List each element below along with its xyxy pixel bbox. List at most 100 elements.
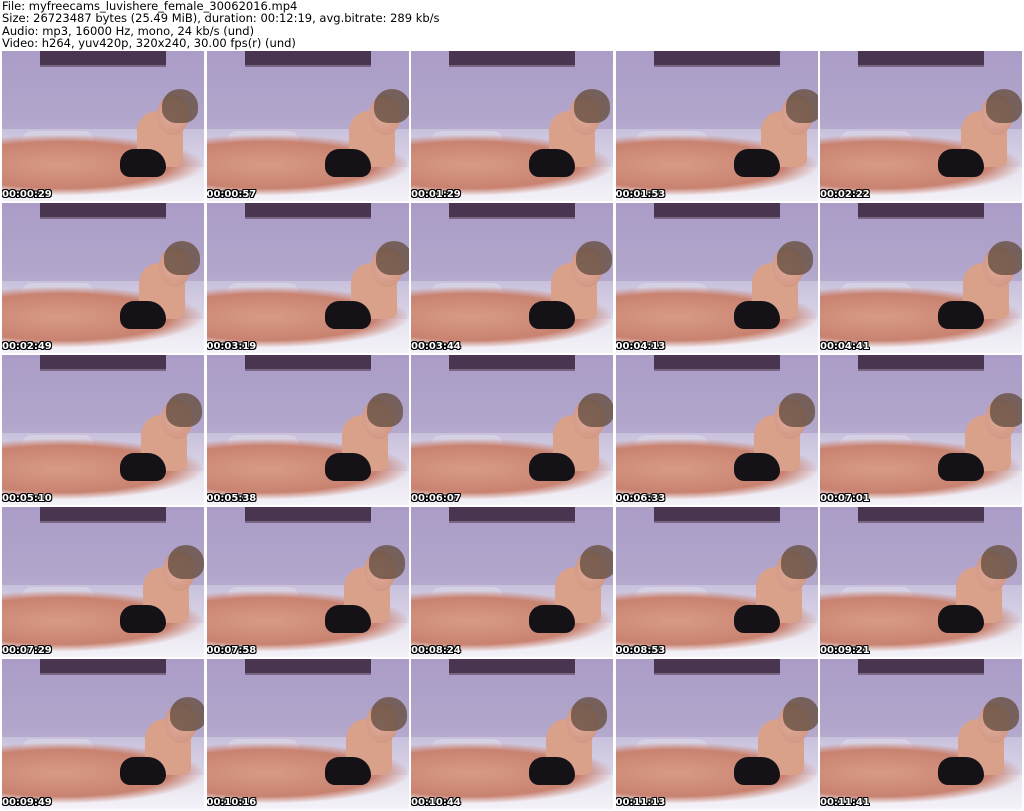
video-thumbnail: 00:00:57 <box>206 51 409 201</box>
video-thumbnail: 00:06:07 <box>411 355 613 505</box>
wall-frame <box>449 203 575 219</box>
video-thumbnail: 00:01:29 <box>411 51 613 201</box>
wall-frame <box>653 355 780 371</box>
wall-frame <box>858 659 984 675</box>
figure-hair <box>776 241 813 275</box>
thumbnail-timestamp: 00:00:29 <box>2 189 52 200</box>
wall-frame <box>244 507 371 523</box>
figure-garment <box>324 605 371 633</box>
figure-garment <box>120 149 166 177</box>
thumbnail-timestamp: 00:10:16 <box>206 797 257 808</box>
video-info-line: Video: h264, yuv420p, 320x240, 30.00 fps… <box>2 36 296 51</box>
video-thumbnail: 00:05:38 <box>206 355 409 505</box>
video-thumbnail: 00:04:13 <box>615 203 818 353</box>
figure-garment <box>733 757 780 785</box>
wall-frame <box>449 355 575 371</box>
thumbnail-timestamp: 00:05:38 <box>206 493 257 504</box>
video-thumbnail: 00:00:29 <box>2 51 204 201</box>
wall-frame <box>653 507 780 523</box>
video-thumbnail: 00:07:58 <box>206 507 409 657</box>
thumbnail-timestamp: 00:02:22 <box>820 189 870 200</box>
figure-garment <box>120 301 166 329</box>
thumbnail-timestamp: 00:04:41 <box>820 341 870 352</box>
figure-hair <box>782 697 818 731</box>
thumbnail-timestamp: 00:11:13 <box>615 797 666 808</box>
wall-frame <box>244 355 371 371</box>
figure-hair <box>983 697 1019 731</box>
video-thumbnail: 00:05:10 <box>2 355 204 505</box>
figure-garment <box>529 605 575 633</box>
figure-garment <box>529 301 575 329</box>
thumbnail-timestamp: 00:03:44 <box>411 341 461 352</box>
video-thumbnail: 00:01:53 <box>615 51 818 201</box>
thumbnail-timestamp: 00:10:44 <box>411 797 461 808</box>
video-thumbnail: 00:09:49 <box>2 659 204 809</box>
wall-frame <box>40 51 166 67</box>
figure-hair <box>162 89 198 123</box>
figure-hair <box>580 545 613 579</box>
figure-garment <box>938 453 984 481</box>
figure-garment <box>324 149 371 177</box>
wall-frame <box>40 203 166 219</box>
wall-frame <box>858 507 984 523</box>
thumbnail-timestamp: 00:07:58 <box>206 645 257 656</box>
figure-hair <box>574 89 610 123</box>
figure-hair <box>368 545 405 579</box>
figure-hair <box>785 89 818 123</box>
video-thumbnail: 00:06:33 <box>615 355 818 505</box>
video-thumbnail: 00:07:29 <box>2 507 204 657</box>
thumbnail-timestamp: 00:03:19 <box>206 341 257 352</box>
wall-frame <box>858 51 984 67</box>
figure-hair <box>166 393 202 427</box>
wall-frame <box>40 507 166 523</box>
thumbnail-timestamp: 00:01:29 <box>411 189 461 200</box>
figure-garment <box>938 605 984 633</box>
figure-garment <box>120 453 166 481</box>
figure-garment <box>733 453 780 481</box>
figure-garment <box>120 757 166 785</box>
figure-hair <box>576 241 612 275</box>
wall-frame <box>858 355 984 371</box>
figure-hair <box>578 393 613 427</box>
wall-frame <box>449 51 575 67</box>
figure-hair <box>986 89 1022 123</box>
thumbnail-grid: 00:00:29 00:00:57 00:01:29 00:01:53 00:02:22… <box>2 51 1022 809</box>
thumbnail-timestamp: 00:08:53 <box>615 645 666 656</box>
figure-garment <box>529 149 575 177</box>
video-thumbnail: 00:03:44 <box>411 203 613 353</box>
figure-garment <box>733 149 780 177</box>
video-thumbnail: 00:04:41 <box>820 203 1022 353</box>
wall-frame <box>858 203 984 219</box>
thumbnail-timestamp: 00:04:13 <box>615 341 666 352</box>
file-size-line: Size: 26723487 bytes (25.49 MiB), durati… <box>2 11 440 26</box>
video-thumbnail: 00:10:44 <box>411 659 613 809</box>
thumbnail-timestamp: 00:08:24 <box>411 645 461 656</box>
figure-hair <box>990 393 1022 427</box>
figure-garment <box>938 149 984 177</box>
figure-hair <box>164 241 200 275</box>
figure-garment <box>733 301 780 329</box>
wall-frame <box>449 659 575 675</box>
figure-hair <box>170 697 204 731</box>
wall-frame <box>653 203 780 219</box>
thumbnail-timestamp: 00:09:49 <box>2 797 52 808</box>
video-thumbnail: 00:03:19 <box>206 203 409 353</box>
video-thumbnail: 00:08:53 <box>615 507 818 657</box>
figure-hair <box>571 697 607 731</box>
figure-garment <box>938 301 984 329</box>
video-thumbnail: 00:08:24 <box>411 507 613 657</box>
thumbnail-timestamp: 00:01:53 <box>615 189 666 200</box>
figure-garment <box>529 757 575 785</box>
figure-hair <box>168 545 204 579</box>
thumbnail-timestamp: 00:09:21 <box>820 645 870 656</box>
thumbnail-timestamp: 00:07:01 <box>820 493 870 504</box>
video-thumbnail: 00:11:41 <box>820 659 1022 809</box>
figure-garment <box>733 605 780 633</box>
figure-hair <box>981 545 1017 579</box>
figure-garment <box>324 757 371 785</box>
thumbnail-timestamp: 00:11:41 <box>820 797 870 808</box>
figure-hair <box>370 697 407 731</box>
video-thumbnail: 00:09:21 <box>820 507 1022 657</box>
figure-garment <box>324 301 371 329</box>
figure-garment <box>120 605 166 633</box>
